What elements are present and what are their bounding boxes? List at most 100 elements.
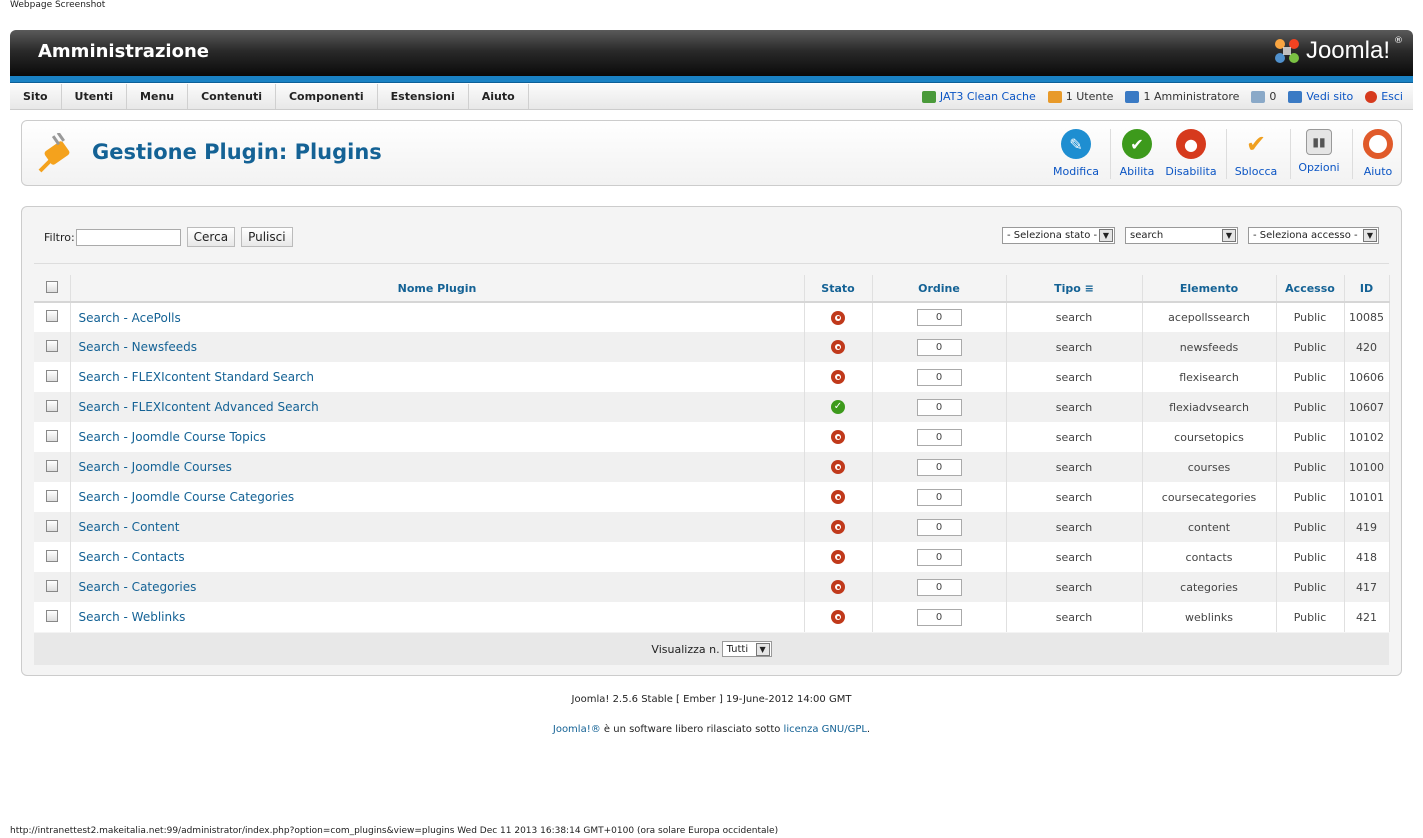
menu-componenti[interactable]: Componenti xyxy=(276,84,378,109)
col-order[interactable]: Ordine xyxy=(872,275,1007,303)
logout-link[interactable]: Esci xyxy=(1365,90,1403,103)
divider xyxy=(34,263,1389,264)
enable-button[interactable]: ✔ Abilita xyxy=(1109,129,1165,178)
plugin-name-link[interactable]: Search - Content xyxy=(70,512,805,542)
disable-button[interactable]: ● Disabilita xyxy=(1163,129,1219,178)
order-input[interactable]: 0 xyxy=(916,578,962,596)
type-cell: search xyxy=(1006,482,1143,512)
disabled-icon[interactable] xyxy=(831,580,845,594)
row-checkbox[interactable] xyxy=(45,609,58,622)
disabled-icon[interactable] xyxy=(831,520,845,534)
disabled-icon[interactable] xyxy=(831,430,845,444)
joomla-link[interactable]: Joomla!® xyxy=(553,724,601,735)
joomla-logo-icon xyxy=(1274,39,1299,63)
options-button[interactable]: ▮▮ Opzioni xyxy=(1291,129,1347,174)
order-input[interactable]: 0 xyxy=(916,488,962,506)
folder-select[interactable]: search ▼ xyxy=(1125,227,1238,244)
limit-select[interactable]: Tutti ▼ xyxy=(721,641,772,657)
plugin-name-link[interactable]: Search - Joomdle Courses xyxy=(70,452,805,482)
row-checkbox[interactable] xyxy=(45,459,58,472)
access-cell: Public xyxy=(1276,422,1345,452)
row-checkbox[interactable] xyxy=(45,489,58,502)
order-input[interactable]: 0 xyxy=(916,518,962,536)
plugin-name-link[interactable]: Search - Contacts xyxy=(70,542,805,572)
view-site-link[interactable]: Vedi sito xyxy=(1288,90,1353,103)
disabled-icon[interactable] xyxy=(831,610,845,624)
menu-sito[interactable]: Sito xyxy=(10,84,62,109)
clear-button[interactable]: Pulisci xyxy=(241,227,293,247)
type-cell: search xyxy=(1006,302,1143,332)
plugin-name-link[interactable]: Search - Newsfeeds xyxy=(70,332,805,362)
order-input[interactable]: 0 xyxy=(916,548,962,566)
menu-menu[interactable]: Menu xyxy=(127,84,189,109)
plugin-name-link[interactable]: Search - Joomdle Course Topics xyxy=(70,422,805,452)
row-select-cell xyxy=(34,332,71,362)
disable-button-label: Disabilita xyxy=(1165,165,1217,178)
joomla-logo[interactable]: Joomla! ® xyxy=(1272,36,1403,66)
row-checkbox[interactable] xyxy=(45,399,58,412)
help-button[interactable]: Aiuto xyxy=(1350,129,1406,178)
order-cell: 0 xyxy=(872,422,1007,452)
menu-aiuto[interactable]: Aiuto xyxy=(469,84,529,109)
clean-cache-link[interactable]: JAT3 Clean Cache xyxy=(921,90,1036,103)
state-select[interactable]: - Seleziona stato - ▼ xyxy=(1002,227,1115,244)
plugin-name-link[interactable]: Search - FLEXIcontent Standard Search xyxy=(70,362,805,392)
license-link[interactable]: licenza GNU/GPL xyxy=(784,724,867,735)
disabled-icon[interactable] xyxy=(831,340,845,354)
access-cell: Public xyxy=(1276,602,1345,632)
row-checkbox[interactable] xyxy=(45,549,58,562)
order-input[interactable]: 0 xyxy=(916,608,962,626)
access-select[interactable]: - Seleziona accesso - ▼ xyxy=(1248,227,1379,244)
disabled-icon[interactable] xyxy=(831,370,845,384)
col-type[interactable]: Tipo ≡ xyxy=(1006,275,1143,303)
row-checkbox[interactable] xyxy=(45,579,58,592)
checkin-button[interactable]: ✔ Sblocca xyxy=(1228,129,1284,178)
col-id[interactable]: ID xyxy=(1344,275,1390,303)
plugins-table: Nome Plugin Stato Ordine Tipo ≡ Elemento… xyxy=(34,275,1390,632)
plugins-panel: Filtro: Cerca Pulisci - Seleziona stato … xyxy=(21,206,1402,676)
main-menu: Sito Utenti Menu Contenuti Componenti Es… xyxy=(10,84,529,109)
menu-utenti[interactable]: Utenti xyxy=(62,84,128,109)
logo-text: Joomla! xyxy=(1305,37,1390,64)
admin-user-icon xyxy=(1125,90,1140,103)
messages-link[interactable]: 0 xyxy=(1251,90,1276,103)
state-select-value: - Seleziona stato - xyxy=(1007,230,1098,241)
filter-input[interactable] xyxy=(75,228,181,246)
plugin-name-link[interactable]: Search - Joomdle Course Categories xyxy=(70,482,805,512)
order-cell: 0 xyxy=(872,482,1007,512)
disabled-icon[interactable] xyxy=(831,310,845,325)
row-checkbox[interactable] xyxy=(45,369,58,382)
view-site-label: Vedi sito xyxy=(1306,90,1354,103)
row-checkbox[interactable] xyxy=(45,339,58,352)
row-checkbox[interactable] xyxy=(45,310,58,322)
disabled-icon[interactable] xyxy=(831,460,845,474)
plugin-name-link[interactable]: Search - AcePolls xyxy=(70,302,805,332)
limit-select-value: Tutti xyxy=(726,643,749,655)
search-button[interactable]: Cerca xyxy=(186,227,236,247)
disabled-icon[interactable] xyxy=(831,490,845,504)
menu-contenuti[interactable]: Contenuti xyxy=(188,84,276,109)
table-row: Search - Joomdle Course Categories 0 searc… xyxy=(34,482,1390,512)
col-state[interactable]: Stato xyxy=(804,275,873,303)
col-access[interactable]: Accesso xyxy=(1276,275,1345,303)
plugin-name-link[interactable]: Search - FLEXIcontent Advanced Search xyxy=(70,392,805,422)
row-checkbox[interactable] xyxy=(45,429,58,442)
col-element[interactable]: Elemento xyxy=(1142,275,1277,303)
pagination-label: Visualizza n. xyxy=(651,642,720,656)
order-input[interactable]: 0 xyxy=(916,428,962,446)
col-name[interactable]: Nome Plugin xyxy=(70,275,805,303)
order-input[interactable]: 0 xyxy=(916,368,962,386)
order-input[interactable]: 0 xyxy=(916,398,962,416)
row-checkbox[interactable] xyxy=(45,519,58,532)
enabled-icon[interactable]: ✓ xyxy=(831,400,845,414)
order-input[interactable]: 0 xyxy=(916,458,962,476)
plugin-name-link[interactable]: Search - Weblinks xyxy=(70,602,805,632)
select-all-checkbox[interactable] xyxy=(45,280,58,293)
order-input[interactable]: 0 xyxy=(916,309,962,326)
menu-estensioni[interactable]: Estensioni xyxy=(378,84,469,109)
order-input[interactable]: 0 xyxy=(916,338,962,356)
state-cell xyxy=(804,542,873,572)
plugin-name-link[interactable]: Search - Categories xyxy=(70,572,805,602)
edit-button[interactable]: ✎ Modifica xyxy=(1048,129,1104,178)
disabled-icon[interactable] xyxy=(831,550,845,564)
